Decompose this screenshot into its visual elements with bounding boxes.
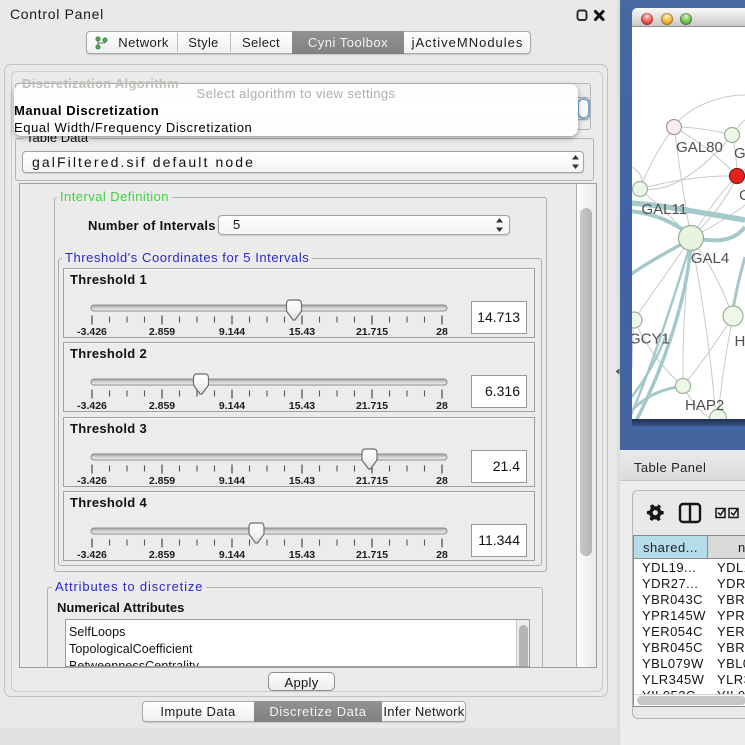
svg-text:28: 28	[436, 326, 448, 338]
svg-text:9.144: 9.144	[219, 549, 245, 561]
svg-text:28: 28	[436, 400, 448, 412]
svg-text:GA: GA	[734, 145, 745, 162]
svg-text:15.43: 15.43	[289, 326, 315, 338]
svg-text:-3.426: -3.426	[77, 326, 107, 338]
svg-text:H: H	[735, 333, 745, 350]
svg-text:15.43: 15.43	[289, 400, 315, 412]
svg-text:21.715: 21.715	[356, 475, 388, 487]
svg-text:-3.426: -3.426	[77, 549, 107, 561]
svg-text:15.43: 15.43	[289, 549, 315, 561]
svg-text:9.144: 9.144	[219, 326, 245, 338]
svg-text:2.859: 2.859	[149, 549, 175, 561]
svg-text:GAL11: GAL11	[642, 201, 688, 218]
svg-text:28: 28	[436, 549, 448, 561]
svg-text:GAL80: GAL80	[676, 139, 723, 156]
svg-text:GCY1: GCY1	[632, 331, 670, 348]
svg-text:GAL4: GAL4	[691, 250, 729, 267]
svg-text:-3.426: -3.426	[77, 400, 107, 412]
svg-text:21.715: 21.715	[356, 400, 388, 412]
svg-text:28: 28	[436, 475, 448, 487]
svg-text:-3.426: -3.426	[77, 475, 107, 487]
svg-text:2.859: 2.859	[149, 475, 175, 487]
svg-text:C: C	[739, 187, 745, 204]
svg-text:9.144: 9.144	[219, 400, 245, 412]
svg-text:21.715: 21.715	[356, 549, 388, 561]
svg-text:HAP2: HAP2	[685, 397, 724, 414]
svg-text:2.859: 2.859	[149, 400, 175, 412]
svg-text:9.144: 9.144	[219, 475, 245, 487]
svg-text:15.43: 15.43	[289, 475, 315, 487]
svg-text:2.859: 2.859	[149, 326, 175, 338]
svg-text:21.715: 21.715	[356, 326, 388, 338]
